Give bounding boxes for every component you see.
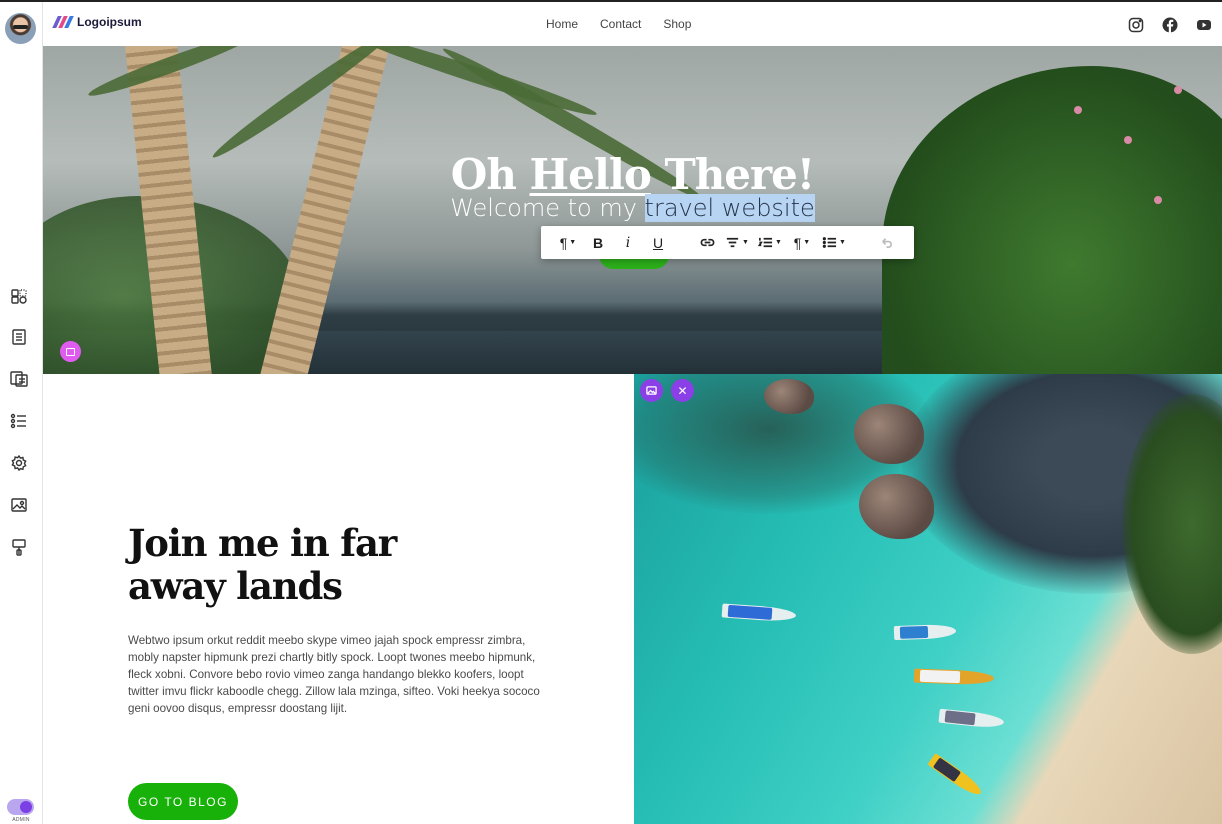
beach-image[interactable]: ✕ [634, 374, 1222, 824]
ordered-list-dropdown[interactable]: ▼ [753, 226, 787, 259]
logo[interactable]: Logoipsum [52, 15, 142, 29]
hero-flower [1174, 86, 1182, 94]
hero-section: Oh Hello There! Welcome to my travel web… [43, 46, 1222, 374]
intro-section: Join me in far away lands Webtwo ipsum o… [43, 374, 634, 824]
bullet-list-dropdown[interactable]: ▼ [817, 226, 851, 259]
facebook-icon[interactable] [1161, 16, 1178, 33]
hero-subtitle-selection: travel website [644, 194, 815, 222]
align-dropdown[interactable]: ▼ [721, 226, 753, 259]
admin-label: ADMIN [12, 817, 30, 823]
boat [893, 623, 957, 641]
hero-subtitle[interactable]: Welcome to my travel website [43, 194, 1222, 222]
paragraph-icon: ¶ [559, 234, 568, 251]
design-icon[interactable] [9, 537, 29, 557]
nav-shop[interactable]: Shop [663, 17, 691, 31]
media-icon[interactable] [9, 495, 29, 515]
boat [721, 603, 797, 623]
social-links [1127, 16, 1212, 33]
paragraph-style-dropdown[interactable]: ¶ ▼ [553, 226, 583, 259]
boat [927, 753, 985, 799]
clear-format-dropdown[interactable]: ¶ ▼ [787, 226, 817, 259]
section-body[interactable]: Webtwo ipsum orkut reddit meebo skype vi… [128, 632, 553, 717]
hero-flower [1074, 106, 1082, 114]
list-icon[interactable] [9, 411, 29, 431]
undo-icon [881, 238, 892, 249]
settings-icon[interactable] [9, 453, 29, 473]
chevron-down-icon: ▼ [775, 239, 782, 246]
section-heading[interactable]: Join me in far away lands [128, 522, 488, 608]
elements-icon[interactable] [9, 286, 29, 306]
logo-mark-icon [52, 16, 74, 28]
bold-button[interactable]: B [583, 226, 613, 259]
pages-icon[interactable] [9, 327, 29, 347]
boat [938, 708, 1005, 730]
chevron-down-icon: ▼ [839, 239, 846, 246]
chevron-down-icon: ▼ [569, 239, 577, 246]
ordered-list-icon [758, 237, 773, 248]
instagram-icon[interactable] [1127, 16, 1144, 33]
align-icon [726, 237, 739, 248]
chevron-down-icon: ▼ [803, 239, 811, 246]
italic-button[interactable]: i [613, 226, 643, 259]
close-icon[interactable]: ✕ [671, 379, 694, 402]
hero-title-pre: Oh [450, 150, 530, 199]
image-icon[interactable] [640, 379, 663, 402]
clear-format-icon: ¶ [793, 234, 802, 251]
logo-text: Logoipsum [77, 15, 142, 29]
hero-title-underlined: Hello [529, 150, 652, 199]
section-settings-icon[interactable] [60, 341, 81, 362]
undo-button[interactable] [871, 226, 901, 259]
link-button[interactable] [693, 226, 721, 259]
main-nav: Home Contact Shop [546, 17, 691, 31]
nav-home[interactable]: Home [546, 17, 578, 31]
go-to-blog-button[interactable]: GO TO BLOG [128, 783, 238, 820]
blog-icon[interactable] [9, 369, 29, 389]
avatar[interactable] [5, 13, 36, 44]
hero-flower [1124, 136, 1132, 144]
underline-button[interactable]: U [643, 226, 673, 259]
admin-mode-toggle[interactable] [7, 799, 34, 815]
chevron-down-icon: ▼ [742, 239, 749, 246]
beach-rock [764, 379, 814, 414]
admin-sidebar: ADMIN [0, 2, 43, 824]
text-format-toolbar: ¶ ▼ B i U ▼ ▼ ¶ ▼ ▼ [541, 226, 914, 259]
bullet-list-icon [822, 237, 837, 248]
youtube-icon[interactable] [1195, 16, 1212, 33]
hero-title-post: There! [650, 150, 815, 199]
link-icon [700, 238, 714, 247]
beach-rock [854, 404, 924, 464]
hero-subtitle-text: Welcome to my [450, 194, 645, 222]
hero-title[interactable]: Oh Hello There! [43, 150, 1222, 199]
nav-contact[interactable]: Contact [600, 17, 641, 31]
beach-rock [859, 474, 934, 539]
boat [913, 668, 995, 686]
site-header: Logoipsum Home Contact Shop [43, 2, 1222, 46]
